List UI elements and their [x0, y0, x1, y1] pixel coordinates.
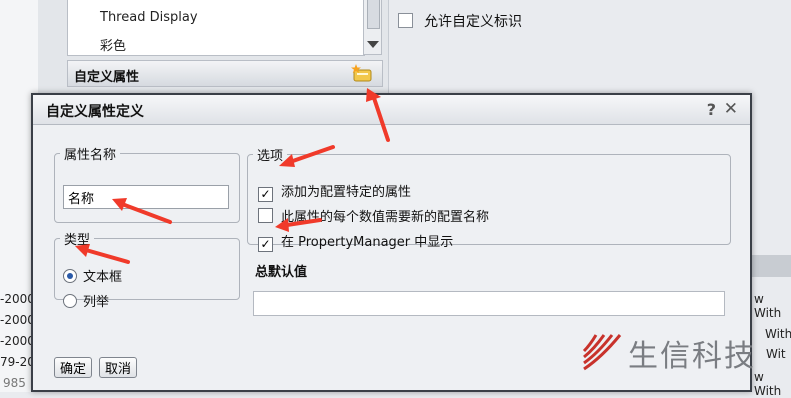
- custom-properties-section[interactable]: 自定义属性: [67, 60, 383, 87]
- ok-button[interactable]: 确定: [54, 357, 93, 378]
- cancel-button[interactable]: 取消: [99, 357, 138, 378]
- add-property-icon[interactable]: [350, 63, 374, 83]
- scroll-down-icon[interactable]: [367, 41, 379, 48]
- checkbox-checked-icon[interactable]: ✓: [258, 187, 273, 202]
- scroll-thumb[interactable]: [367, 0, 380, 29]
- type-legend: 类型: [64, 233, 91, 248]
- dialog-title: 自定义属性定义: [46, 104, 144, 120]
- table-cell: 79-20: [0, 355, 35, 369]
- list-scrollbar[interactable]: [363, 0, 382, 55]
- watermark-text: 生信科技: [628, 339, 756, 374]
- dialog-titlebar[interactable]: 自定义属性定义 ? ✕: [33, 95, 750, 125]
- radio-textbox[interactable]: 文本框: [63, 266, 122, 285]
- option-new-config-name[interactable]: 此属性的每个数值需要新的配置名称: [258, 206, 489, 225]
- table-cell: -2000: [0, 334, 35, 348]
- list-item[interactable]: 彩色: [100, 35, 126, 54]
- table-cell: -2000: [0, 292, 35, 306]
- option-label: 此属性的每个数值需要新的配置名称: [281, 210, 490, 225]
- radio-label: 列举: [83, 295, 110, 310]
- checkbox-checked-icon[interactable]: ✓: [258, 237, 273, 252]
- close-icon[interactable]: ✕: [724, 99, 738, 119]
- property-name-group: 属性名称: [54, 144, 240, 223]
- table-cell: 985: [3, 376, 26, 390]
- allow-custom-label-checkbox[interactable]: [398, 13, 413, 28]
- options-group: 选项 ✓ 添加为配置特定的属性 此属性的每个数值需要新的配置名称 ✓ 在 Prope…: [247, 145, 731, 252]
- allow-custom-label: 允许自定义标识: [424, 14, 522, 30]
- property-name-input[interactable]: [63, 185, 229, 209]
- radio-label: 文本框: [83, 270, 123, 285]
- radio-selected-icon[interactable]: [63, 269, 77, 283]
- table-cell: w With: [754, 292, 782, 320]
- list-item[interactable]: Thread Display: [100, 10, 198, 25]
- default-value-label: 总默认值: [255, 265, 308, 280]
- property-name-legend: 属性名称: [64, 148, 117, 163]
- checkbox-unchecked-icon[interactable]: [258, 208, 273, 223]
- watermark: 生信科技: [580, 329, 790, 379]
- option-show-in-propertymanager[interactable]: ✓ 在 PropertyManager 中显示: [258, 231, 453, 252]
- option-label: 添加为配置特定的属性: [281, 185, 412, 200]
- option-config-specific[interactable]: ✓ 添加为配置特定的属性: [258, 181, 411, 202]
- watermark-logo-icon: [582, 334, 622, 371]
- section-title: 自定义属性: [74, 70, 140, 85]
- options-legend: 选项: [257, 149, 284, 164]
- radio-enumeration[interactable]: 列举: [63, 291, 109, 310]
- table-cell: -2000: [0, 313, 35, 327]
- help-icon[interactable]: ?: [707, 100, 716, 119]
- radio-empty-icon[interactable]: [63, 294, 77, 308]
- default-value-input[interactable]: [253, 291, 725, 316]
- type-group: 类型 文本框 列举: [54, 229, 240, 310]
- options-list: Thread Display 彩色: [67, 0, 365, 56]
- option-label: 在 PropertyManager 中显示: [281, 235, 454, 250]
